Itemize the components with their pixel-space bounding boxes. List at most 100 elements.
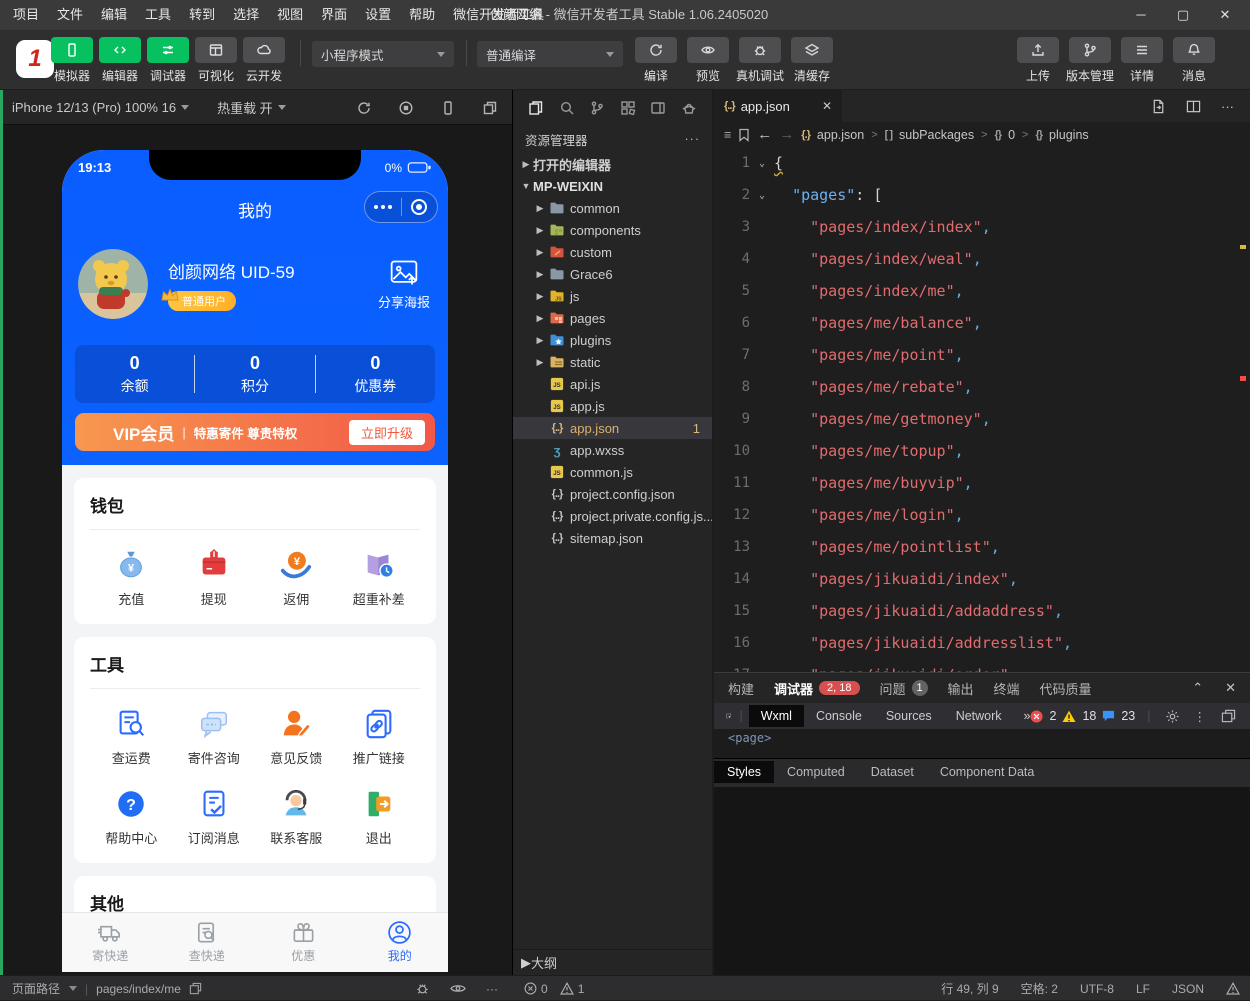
wxml-tree[interactable]: <page> [714, 729, 1250, 759]
menu-item-3[interactable]: 工具 [136, 0, 180, 30]
action-真机调试[interactable]: 真机调试 [734, 37, 786, 84]
debug-tab-输出[interactable]: 输出 [948, 679, 974, 698]
stat-余额[interactable]: 0余额 [75, 353, 194, 396]
minimize-button[interactable]: ─ [1120, 0, 1162, 30]
problems-warnings[interactable]: 1 [560, 982, 585, 996]
gear-icon[interactable] [1165, 709, 1180, 724]
tree-item-project.config.json[interactable]: {..}project.config.json [513, 483, 712, 505]
nav-back-icon[interactable]: ← [757, 126, 772, 143]
refresh-icon[interactable] [356, 100, 372, 116]
action-消息[interactable]: 消息 [1168, 37, 1220, 84]
tree-item-common.js[interactable]: JScommon.js [513, 461, 712, 483]
tree-item-api.js[interactable]: JSapi.js [513, 373, 712, 395]
grid-item-返佣[interactable]: ¥返佣 [255, 548, 338, 608]
tree-item-app.js[interactable]: JSapp.js [513, 395, 712, 417]
grid-item-意见反馈[interactable]: 意见反馈 [255, 707, 338, 767]
close-tab-icon[interactable]: ✕ [822, 99, 832, 113]
grid-item-订阅消息[interactable]: 订阅消息 [173, 787, 256, 847]
preview-eye-icon[interactable] [450, 982, 466, 995]
style-tab-Computed[interactable]: Computed [774, 761, 858, 783]
close-miniprogram-button[interactable] [402, 199, 438, 215]
action-清缓存[interactable]: 清缓存 [786, 37, 838, 84]
tree-item-js[interactable]: ▶JSjs [513, 285, 712, 307]
tab-我的[interactable]: 我的 [352, 913, 449, 972]
menu-item-5[interactable]: 选择 [224, 0, 268, 30]
avatar[interactable] [78, 249, 148, 319]
tab-查快递[interactable]: 查快递 [159, 913, 256, 972]
device-icon[interactable] [440, 100, 456, 116]
tree-item-app.json[interactable]: {..}app.json1 [513, 417, 712, 439]
copy-icon[interactable] [189, 982, 202, 995]
tree-item-sitemap.json[interactable]: {..}sitemap.json [513, 527, 712, 549]
grid-item-联系客服[interactable]: 联系客服 [255, 787, 338, 847]
devtools-tab-Console[interactable]: Console [804, 705, 874, 727]
fold-icon[interactable]: ⌄ [750, 190, 774, 201]
tab-优惠[interactable]: 优惠 [255, 913, 352, 972]
git-icon[interactable] [589, 100, 605, 116]
devtools-tab-Network[interactable]: Network [944, 705, 1014, 727]
toggle-可视化[interactable]: 可视化 [192, 37, 240, 84]
share-poster-button[interactable]: 分享海报 [378, 258, 430, 311]
tree-item-plugins[interactable]: ▶plugins [513, 329, 712, 351]
breadcrumb-item[interactable]: 0 [1008, 128, 1015, 142]
grid-item-充值[interactable]: ¥充值 [90, 548, 173, 608]
panel-icon[interactable] [650, 100, 666, 116]
grid-item-提现[interactable]: 提现 [173, 548, 256, 608]
action-编译[interactable]: 编译 [630, 37, 682, 84]
devtools-tab-Sources[interactable]: Sources [874, 705, 944, 727]
tree-item-static[interactable]: ▶static [513, 351, 712, 373]
grid-item-帮助中心[interactable]: ?帮助中心 [90, 787, 173, 847]
menu-item-8[interactable]: 设置 [356, 0, 400, 30]
devtools-tab-Wxml[interactable]: Wxml [749, 705, 804, 727]
bookmark-icon[interactable] [738, 128, 750, 142]
debug-tab-终端[interactable]: 终端 [994, 679, 1020, 698]
sim-more-icon[interactable]: ··· [486, 982, 498, 996]
status-item-3[interactable]: LF [1136, 982, 1150, 996]
debug-tab-构建[interactable]: 构建 [728, 679, 754, 698]
more-actions-icon[interactable]: ··· [685, 132, 701, 146]
toggle-云开发[interactable]: 云开发 [240, 37, 288, 84]
tree-item-custom[interactable]: ▶custom [513, 241, 712, 263]
style-tab-Styles[interactable]: Styles [714, 761, 774, 783]
search-icon[interactable] [559, 100, 575, 116]
action-详情[interactable]: 详情 [1116, 37, 1168, 84]
code-editor[interactable]: 1⌄{2⌄ "pages": [3 "pages/index/index",4 … [714, 147, 1236, 672]
problems-errors[interactable]: 0 [524, 982, 548, 996]
blocks-icon[interactable] [620, 100, 636, 116]
drawer-icon[interactable] [1221, 709, 1236, 723]
tree-item-pages[interactable]: ▶pages [513, 307, 712, 329]
status-item-0[interactable]: 行 49, 列 9 [941, 980, 998, 997]
breadcrumb-item[interactable]: subPackages [899, 128, 974, 142]
teapot-icon[interactable] [681, 100, 697, 116]
stat-积分[interactable]: 0积分 [195, 353, 314, 396]
menu-item-2[interactable]: 编辑 [92, 0, 136, 30]
menu-item-4[interactable]: 转到 [180, 0, 224, 30]
more-button[interactable] [365, 205, 401, 209]
grid-item-寄件咨询[interactable]: 寄件咨询 [173, 707, 256, 767]
kebab-menu-icon[interactable]: ⋮ [1194, 709, 1208, 724]
page-path-select[interactable]: 页面路径 [12, 980, 77, 997]
project-root[interactable]: ▼MP-WEIXIN [513, 175, 712, 197]
maximize-button[interactable]: ▢ [1162, 0, 1204, 30]
status-item-2[interactable]: UTF-8 [1080, 982, 1114, 996]
more-tabs-icon[interactable]: » [1024, 709, 1031, 723]
breadcrumb-item[interactable]: plugins [1049, 128, 1089, 142]
debug-tab-问题[interactable]: 问题1 [880, 679, 928, 698]
open-changes-icon[interactable] [1151, 99, 1166, 114]
upgrade-button[interactable]: 立即升级 [349, 420, 425, 445]
outline-list-icon[interactable]: ≡ [724, 128, 731, 142]
close-debugger-icon[interactable]: ✕ [1225, 680, 1236, 696]
device-select[interactable]: iPhone 12/13 (Pro) 100% 16 [12, 100, 189, 115]
menu-item-7[interactable]: 界面 [312, 0, 356, 30]
style-tab-Component Data[interactable]: Component Data [927, 761, 1048, 783]
debug-tab-调试器[interactable]: 调试器2, 18 [774, 679, 859, 698]
fold-icon[interactable]: ⌄ [750, 158, 774, 169]
stat-优惠券[interactable]: 0优惠券 [316, 353, 435, 396]
action-上传[interactable]: 上传 [1012, 37, 1064, 84]
grid-item-查运费[interactable]: 查运费 [90, 707, 173, 767]
debug-tab-代码质量[interactable]: 代码质量 [1040, 679, 1092, 698]
menu-item-1[interactable]: 文件 [48, 0, 92, 30]
status-warning-icon[interactable] [1226, 982, 1240, 995]
tree-item-common[interactable]: ▶common [513, 197, 712, 219]
grid-item-推广链接[interactable]: 推广链接 [338, 707, 421, 767]
